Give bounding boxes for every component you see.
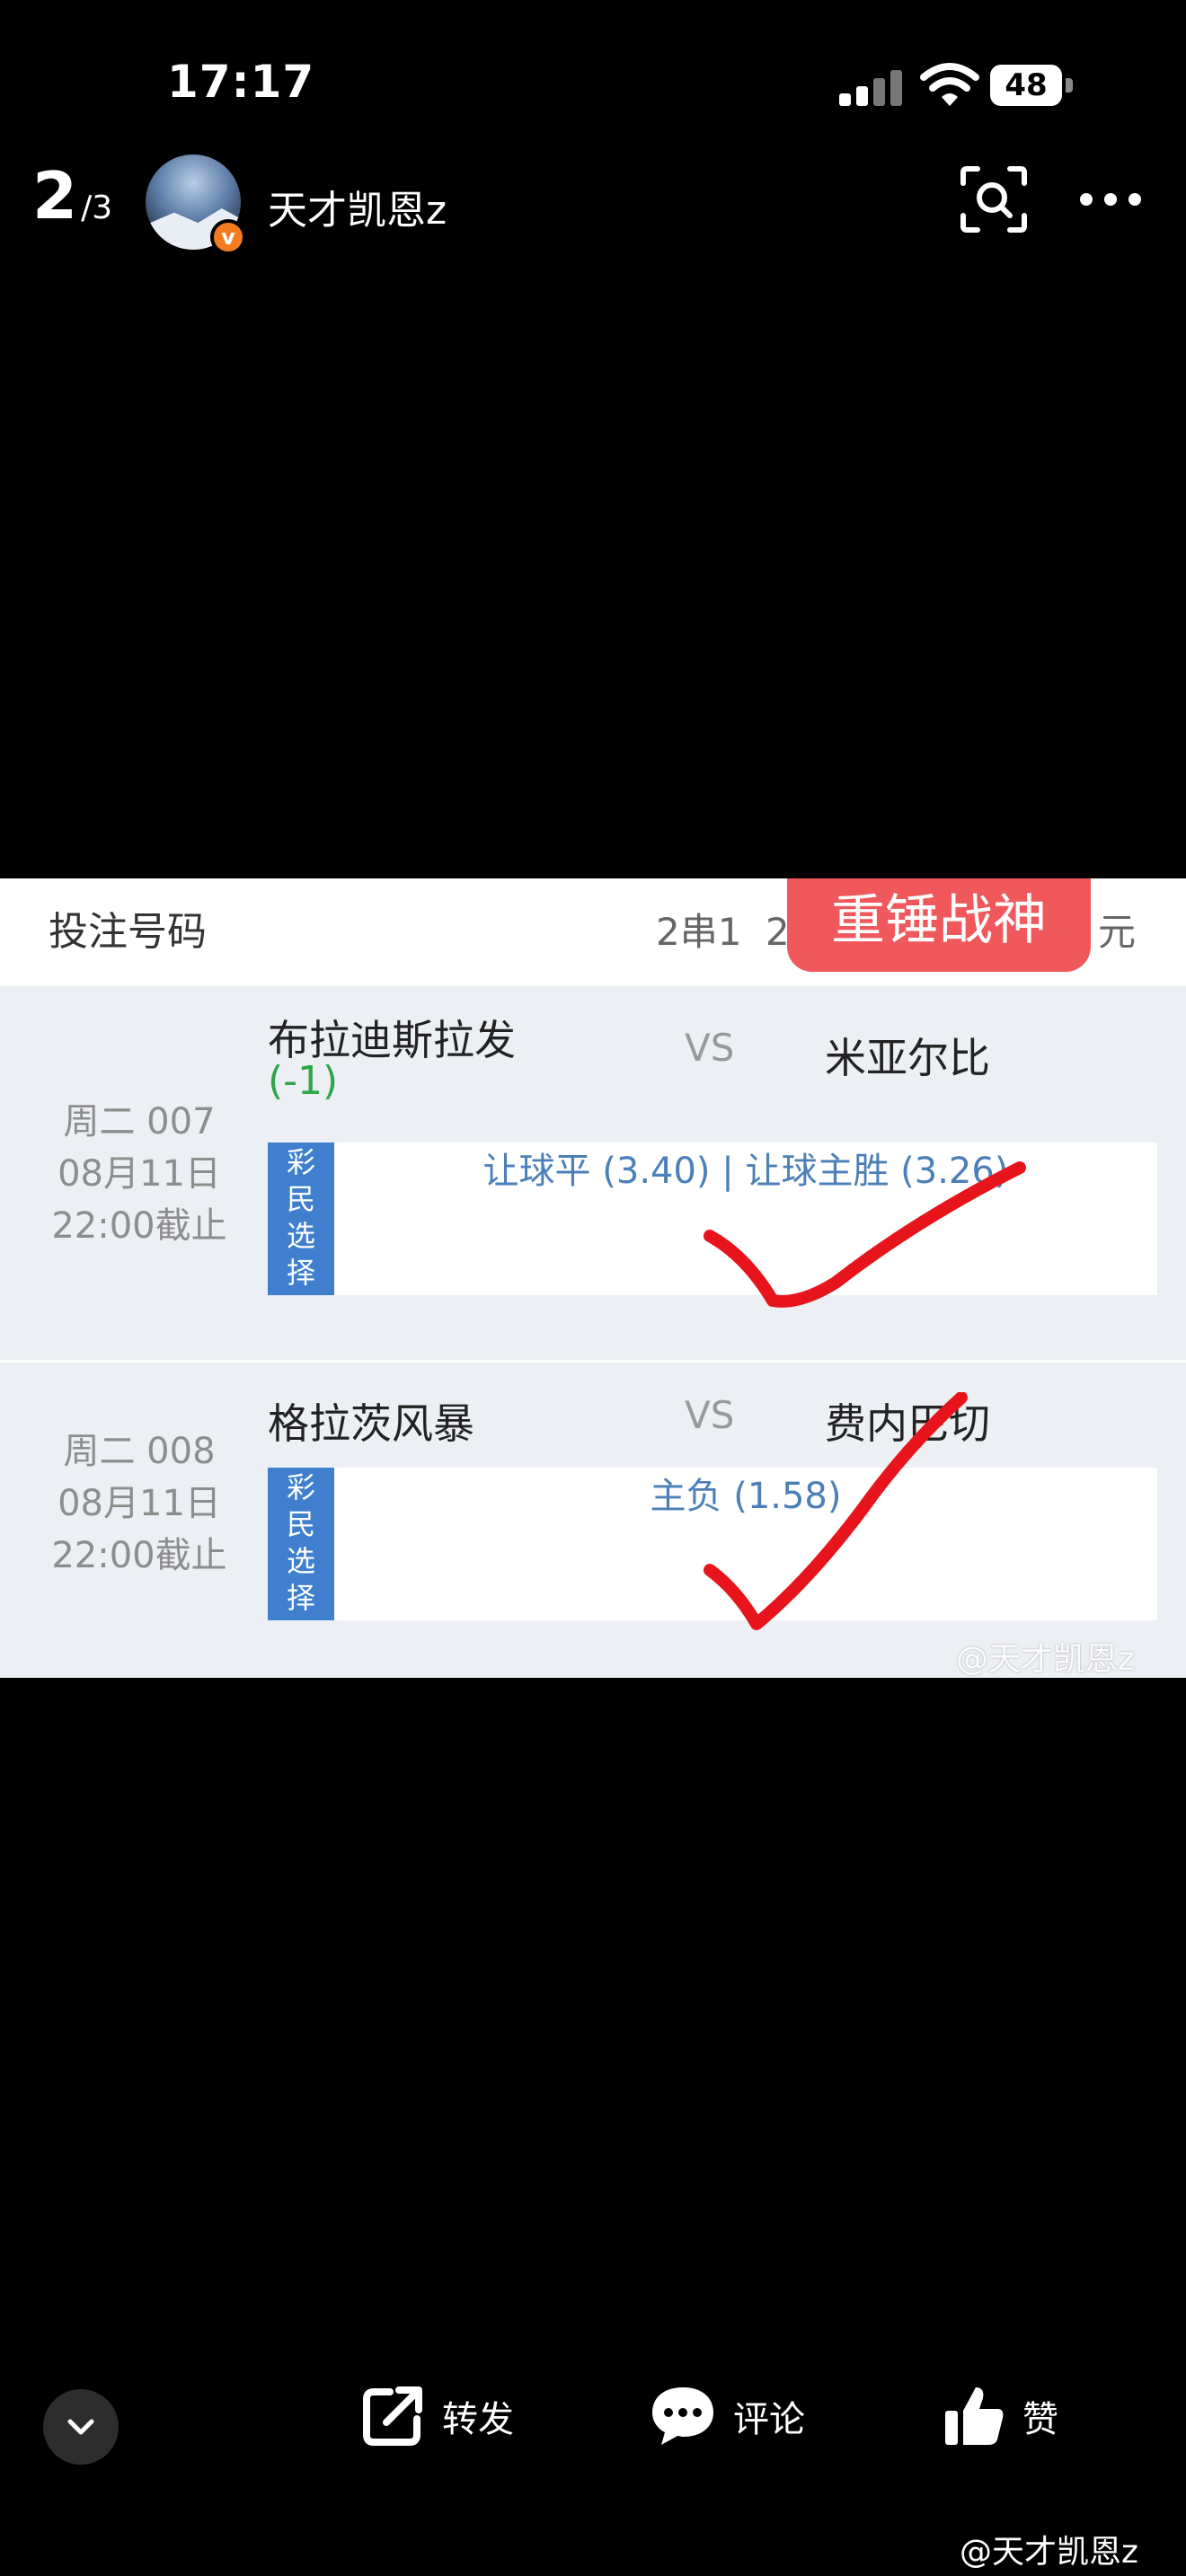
comment-button[interactable]: 评论 — [649, 2380, 805, 2452]
pick-tag: 彩 民 选 择 — [268, 1142, 334, 1295]
page-total: /3 — [81, 190, 113, 226]
verified-badge-icon: v — [210, 219, 246, 255]
like-label: 赞 — [1022, 2399, 1058, 2440]
sticker-label: 重锤战神 — [787, 878, 1091, 972]
check-mark-icon — [704, 1392, 968, 1630]
battery-level: 48 — [1005, 67, 1048, 103]
scan-icon[interactable] — [960, 165, 1028, 234]
pick-tag: 彩 民 选 择 — [268, 1468, 334, 1620]
bet-ticket-image[interactable]: 投注号码 2串1 2 元 重锤战神 周二 007 08月11日 22:00截止 … — [0, 878, 1186, 1678]
bottom-watermark: @天才凯恩z — [960, 2534, 1138, 2571]
bet-type-partial: 2 — [766, 910, 790, 954]
share-label: 转发 — [442, 2399, 514, 2440]
match-date: 08月11日 — [58, 1153, 221, 1195]
match-number: 周二 007 — [63, 1101, 216, 1142]
thumbs-up-icon — [945, 2387, 1004, 2445]
username[interactable]: 天才凯恩z — [268, 178, 447, 235]
match-deadline: 22:00截止 — [51, 1205, 227, 1247]
currency-unit: 元 — [1098, 910, 1137, 954]
chevron-down-icon — [67, 2419, 94, 2435]
match-row: 周二 008 08月11日 22:00截止 格拉茨风暴 VS 费内巴切 彩 民 … — [0, 1363, 1186, 1678]
cellular-signal-icon — [839, 68, 902, 106]
image-watermark: @天才凯恩z — [956, 1641, 1135, 1678]
vs-label: VS — [685, 1026, 735, 1070]
match-info: 周二 008 08月11日 22:00截止 — [36, 1425, 243, 1582]
more-icon[interactable] — [1078, 190, 1143, 208]
like-button[interactable]: 赞 — [943, 2380, 1058, 2452]
ticket-header-label: 投注号码 — [49, 909, 207, 955]
comment-icon — [652, 2387, 713, 2445]
ticket-header: 投注号码 2串1 2 元 重锤战神 — [0, 878, 1186, 986]
battery-icon: 48 — [990, 65, 1073, 106]
page-counter: 2/3 — [32, 158, 112, 234]
bet-type: 2串1 — [656, 910, 742, 954]
status-time: 17:17 — [167, 56, 315, 108]
handicap: (-1) — [268, 1058, 339, 1104]
match-number: 周二 008 — [63, 1431, 216, 1472]
home-team: 格拉茨风暴 — [268, 1399, 474, 1448]
collapse-button[interactable] — [43, 2389, 119, 2465]
share-button[interactable]: 转发 — [359, 2380, 514, 2452]
share-icon — [363, 2386, 422, 2446]
page-current: 2 — [32, 158, 78, 234]
match-info: 周二 007 08月11日 22:00截止 — [36, 1096, 243, 1252]
wifi-icon — [920, 63, 979, 106]
comment-label: 评论 — [733, 2399, 805, 2440]
away-team: 米亚尔比 — [825, 1034, 990, 1082]
match-deadline: 22:00截止 — [51, 1535, 227, 1576]
match-date: 08月11日 — [58, 1483, 221, 1524]
check-mark-icon — [704, 1161, 1026, 1308]
